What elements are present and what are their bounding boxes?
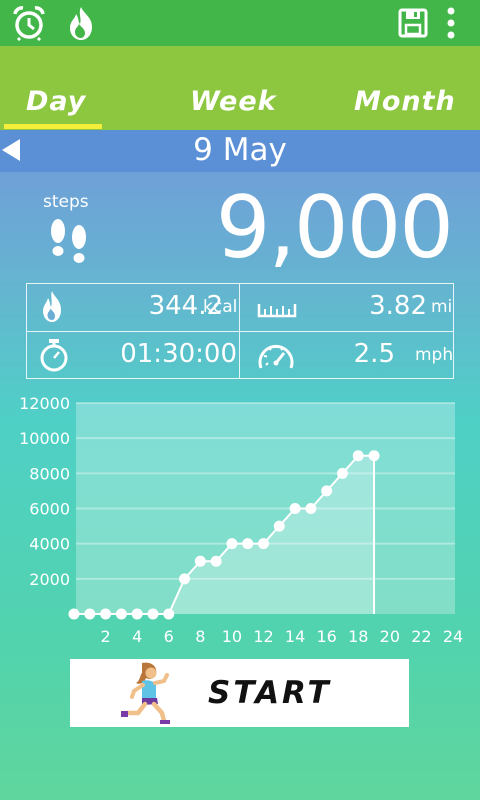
chart-data-point bbox=[226, 538, 238, 550]
stopwatch-icon bbox=[38, 337, 70, 377]
chart-data-point bbox=[163, 608, 175, 620]
chart-data-point bbox=[115, 608, 127, 620]
duration-value: 01:30:00 bbox=[120, 339, 237, 369]
x-tick-label: 16 bbox=[316, 627, 336, 646]
y-tick-label: 2000 bbox=[29, 570, 70, 589]
chart-data-point bbox=[242, 538, 254, 550]
y-tick-label: 8000 bbox=[29, 464, 70, 483]
steps-chart: 20004000600080001000012000 2 4 6 8 10 12 14 16 1… bbox=[19, 394, 463, 646]
chart-data-point bbox=[289, 503, 301, 514]
speed-value: 2.5 bbox=[353, 339, 395, 369]
date-label: 9 May bbox=[193, 132, 287, 168]
chart-data-point bbox=[210, 555, 222, 567]
calories-flame-icon bbox=[40, 290, 64, 328]
x-tick-label: 18 bbox=[348, 627, 368, 646]
x-tick-label: 14 bbox=[285, 627, 305, 646]
tab-week[interactable]: Week bbox=[190, 86, 277, 117]
x-tick-label: 8 bbox=[195, 627, 205, 646]
chart-data-point bbox=[194, 555, 206, 567]
steps-count: 9,000 bbox=[215, 178, 454, 278]
y-tick-label: 12000 bbox=[19, 394, 70, 413]
footprints-icon bbox=[47, 218, 91, 272]
x-tick-label: 10 bbox=[222, 627, 242, 646]
chart-data-point bbox=[336, 467, 348, 479]
y-tick-label: 10000 bbox=[19, 429, 70, 448]
tab-month[interactable]: Month bbox=[354, 86, 456, 117]
x-tick-label: 12 bbox=[253, 627, 273, 646]
chart-data-point bbox=[368, 450, 380, 462]
chart-data-point bbox=[131, 608, 143, 620]
selected-tab-indicator bbox=[4, 124, 102, 129]
y-tick-label: 6000 bbox=[29, 500, 70, 519]
x-tick-label: 22 bbox=[411, 627, 431, 646]
x-tick-label: 24 bbox=[443, 627, 463, 646]
chart-data-point bbox=[352, 450, 364, 462]
alarm-clock-icon[interactable] bbox=[10, 4, 48, 42]
flame-icon[interactable] bbox=[62, 4, 100, 42]
ruler-icon bbox=[257, 296, 297, 324]
save-icon[interactable] bbox=[394, 4, 432, 42]
more-vert-icon[interactable] bbox=[432, 4, 470, 42]
speedometer-icon bbox=[256, 338, 296, 376]
x-tick-label: 6 bbox=[164, 627, 174, 646]
chart-data-point bbox=[321, 485, 333, 497]
calories-unit: kcal bbox=[203, 297, 238, 317]
chart-data-point bbox=[147, 608, 159, 620]
steps-label: steps bbox=[43, 192, 89, 212]
tab-day[interactable]: Day bbox=[26, 86, 86, 117]
chart-data-point bbox=[305, 503, 317, 514]
chart-data-point bbox=[84, 608, 96, 620]
start-button-label: START bbox=[208, 675, 332, 711]
x-tick-label: 20 bbox=[380, 627, 400, 646]
start-button[interactable]: START bbox=[70, 659, 409, 727]
y-tick-label: 4000 bbox=[29, 535, 70, 554]
runner-icon bbox=[118, 661, 180, 729]
speed-unit: mph bbox=[415, 345, 454, 365]
chart-data-point bbox=[100, 608, 112, 620]
chart-data-point bbox=[68, 608, 80, 620]
chart-data-point bbox=[179, 573, 191, 585]
stats-grid: 344.2 kcal 3.82 mi 01:30:00 2.5 mph bbox=[26, 283, 454, 379]
x-tick-label: 2 bbox=[100, 627, 110, 646]
top-action-bar bbox=[0, 0, 480, 46]
distance-value: 3.82 bbox=[369, 291, 427, 321]
chart-data-point bbox=[258, 538, 269, 550]
stats-divider-horizontal bbox=[27, 331, 453, 332]
chart-data-point bbox=[273, 520, 285, 532]
period-tabs: Day Week Month bbox=[0, 46, 480, 130]
x-tick-label: 4 bbox=[132, 627, 142, 646]
distance-unit: mi bbox=[431, 297, 453, 317]
